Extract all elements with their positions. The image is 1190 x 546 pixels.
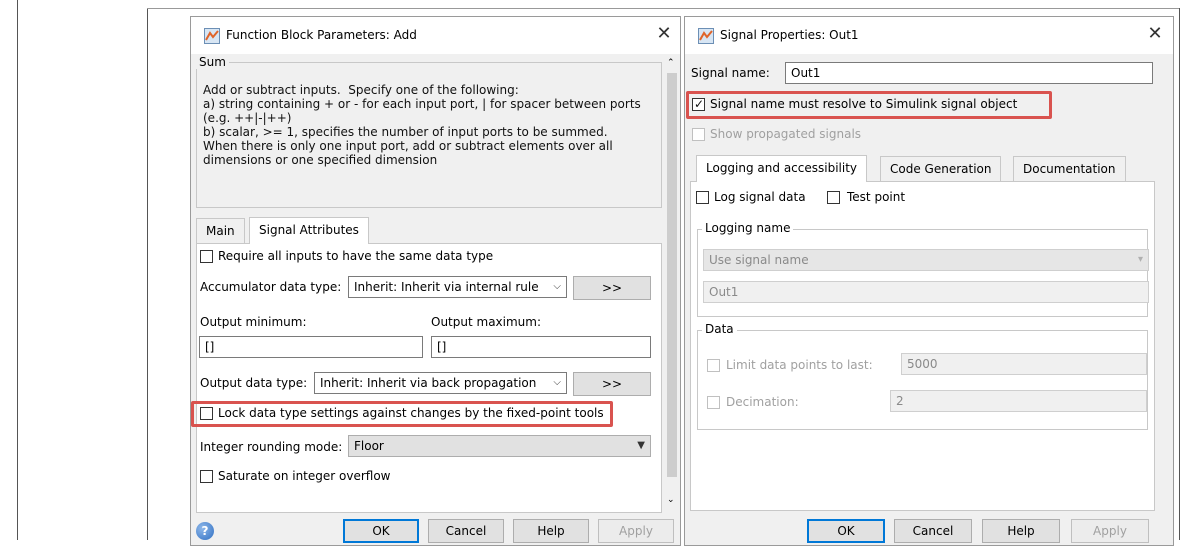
cancel-button[interactable]: Cancel [428, 519, 504, 543]
tab-logging-accessibility[interactable]: Logging and accessibility [696, 155, 868, 182]
accumulator-assistant-button[interactable]: >> [573, 276, 651, 300]
caret-down-icon: ▼ [637, 440, 645, 451]
resolve-checkbox[interactable]: ✓ [692, 97, 705, 111]
log-signal-checkbox[interactable] [696, 191, 709, 204]
output-type-value: Inherit: Inherit via back propagation [320, 376, 537, 390]
tab-label: Code Generation [890, 162, 992, 176]
tab-signal-attributes[interactable]: Signal Attributes [249, 217, 369, 244]
scrollbar-thumb[interactable] [667, 73, 677, 477]
signal-properties-dialog: Signal Properties: Out1 ✕ Signal name: O… [684, 16, 1174, 546]
tab-documentation[interactable]: Documentation [1013, 156, 1126, 182]
logging-name-mode-select[interactable]: Use signal name ▾ [703, 249, 1149, 271]
resolve-label: Signal name must resolve to Simulink sig… [710, 97, 1018, 111]
accumulator-type-select[interactable]: Inherit: Inherit via internal rule ⌵ [348, 276, 567, 298]
logging-mode-value: Use signal name [709, 253, 809, 267]
rounding-label: Integer rounding mode: [200, 440, 343, 454]
group-title: Sum [196, 55, 229, 69]
chevron-down-icon: ▾ [1137, 254, 1143, 265]
apply-button[interactable]: Apply [1071, 519, 1149, 543]
output-type-assistant-button[interactable]: >> [573, 372, 651, 396]
vertical-scrollbar[interactable]: ⌃ ⌄ [664, 55, 680, 512]
saturate-checkbox[interactable] [200, 470, 213, 483]
tab-label: Signal Attributes [259, 223, 359, 237]
ok-button[interactable]: OK [807, 519, 885, 543]
group-title: Logging name [702, 221, 794, 235]
output-max-field[interactable]: [] [431, 336, 651, 358]
help-button[interactable]: Help [982, 519, 1060, 543]
rounding-mode-select[interactable]: Floor ▼ [348, 435, 651, 457]
lock-settings-checkbox[interactable] [200, 407, 213, 420]
tab-code-generation[interactable]: Code Generation [880, 156, 1002, 182]
rounding-value: Floor [354, 439, 384, 453]
output-max-label: Output maximum: [431, 315, 542, 329]
tab-label: Documentation [1023, 162, 1116, 176]
title-bar[interactable]: Function Block Parameters: Add ✕ [191, 17, 680, 54]
output-min-field[interactable]: [] [199, 336, 423, 358]
close-icon[interactable]: ✕ [653, 22, 675, 46]
output-min-label: Output minimum: [200, 315, 307, 329]
limit-points-field[interactable]: 5000 [901, 353, 1147, 375]
signal-name-field[interactable]: Out1 [785, 62, 1153, 84]
logging-name-field[interactable]: Out1 [703, 281, 1149, 303]
dialog-title: Signal Properties: Out1 [720, 28, 859, 42]
page-border-right [1179, 8, 1180, 540]
close-icon[interactable]: ✕ [1144, 22, 1166, 46]
log-signal-label: Log signal data [714, 190, 806, 204]
limit-points-label: Limit data points to last: [726, 358, 873, 372]
output-type-select[interactable]: Inherit: Inherit via back propagation ⌵ [314, 372, 567, 394]
decimation-checkbox[interactable] [707, 396, 720, 409]
help-button[interactable]: Help [513, 519, 589, 543]
accumulator-label: Accumulator data type: [200, 280, 342, 294]
saturate-label: Saturate on integer overflow [218, 469, 391, 483]
check-icon: ✓ [694, 97, 705, 111]
accumulator-value: Inherit: Inherit via internal rule [354, 280, 539, 294]
help-icon[interactable]: ? [196, 522, 214, 540]
simulink-app-icon [204, 28, 220, 44]
scroll-down-icon[interactable]: ⌄ [667, 495, 675, 505]
page-border-inner [147, 8, 148, 540]
function-block-parameters-dialog: Function Block Parameters: Add ✕ Sum Add… [190, 16, 681, 546]
test-point-checkbox[interactable] [827, 191, 840, 204]
page-border-top [147, 8, 1179, 9]
cancel-button[interactable]: Cancel [894, 519, 972, 543]
apply-button[interactable]: Apply [598, 519, 674, 543]
logging-name-group: Logging name [697, 221, 1148, 317]
data-group: Data [697, 322, 1148, 430]
dialog-title: Function Block Parameters: Add [226, 28, 417, 42]
require-same-type-label: Require all inputs to have the same data… [218, 249, 494, 263]
scroll-up-icon[interactable]: ⌃ [667, 58, 675, 68]
title-bar[interactable]: Signal Properties: Out1 ✕ [685, 17, 1173, 54]
ok-button[interactable]: OK [343, 519, 419, 543]
tab-label: Main [206, 224, 235, 238]
tab-main[interactable]: Main [196, 218, 245, 244]
show-propagated-checkbox[interactable] [692, 128, 705, 141]
page-border-left [17, 0, 18, 540]
group-title: Data [702, 322, 737, 336]
output-type-label: Output data type: [200, 376, 308, 390]
signal-name-label: Signal name: [691, 66, 770, 80]
chevron-down-icon: ⌵ [553, 281, 561, 292]
chevron-down-icon: ⌵ [553, 377, 561, 388]
block-description: Add or subtract inputs. Specify one of t… [203, 83, 641, 167]
show-propagated-label: Show propagated signals [710, 127, 862, 141]
decimation-field[interactable]: 2 [890, 390, 1147, 412]
test-point-label: Test point [847, 190, 906, 204]
limit-points-checkbox[interactable] [707, 359, 720, 372]
lock-settings-label: Lock data type settings against changes … [218, 406, 604, 420]
tab-label: Logging and accessibility [706, 161, 858, 175]
decimation-label: Decimation: [726, 395, 799, 409]
simulink-app-icon [698, 28, 714, 44]
require-same-type-checkbox[interactable] [200, 250, 213, 263]
